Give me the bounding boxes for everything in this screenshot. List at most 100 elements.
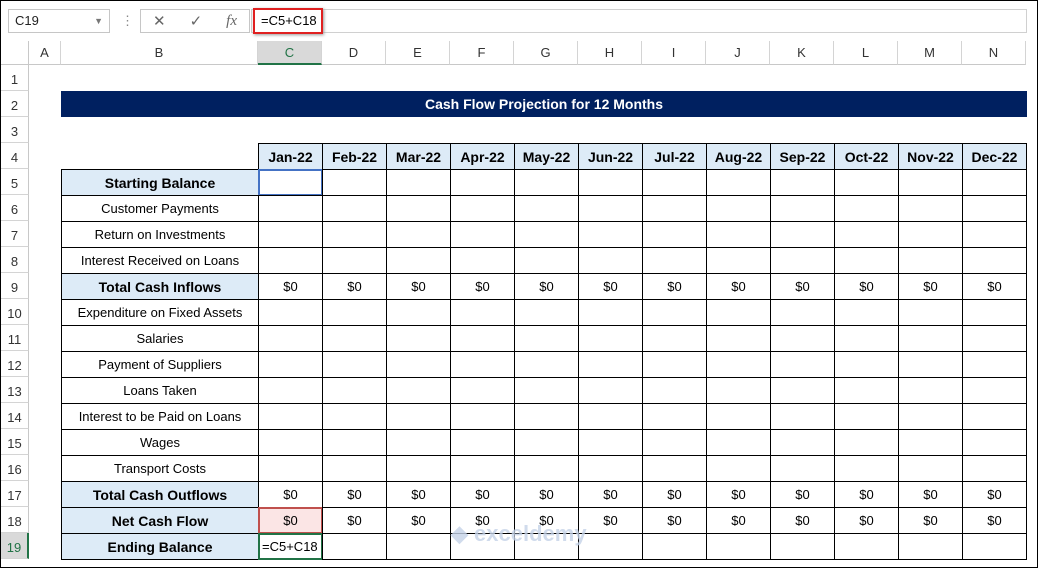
column-header-J[interactable]: J [706, 41, 770, 65]
cell-I7[interactable] [642, 221, 707, 248]
cell-L5[interactable] [834, 169, 899, 196]
cell-J18[interactable]: $0 [706, 507, 771, 534]
row-label[interactable]: Starting Balance [61, 169, 259, 196]
cell-C18[interactable]: $0 [258, 507, 323, 534]
cell-J12[interactable] [706, 351, 771, 378]
column-header-B[interactable]: B [61, 41, 258, 65]
cell-I12[interactable] [642, 351, 707, 378]
row-label[interactable]: Salaries [61, 325, 259, 352]
chevron-down-icon[interactable]: ▼ [94, 10, 103, 32]
cell-H12[interactable] [578, 351, 643, 378]
cell-D12[interactable] [322, 351, 387, 378]
month-header[interactable]: Apr-22 [450, 143, 515, 170]
column-header-A[interactable]: A [29, 41, 61, 65]
cell-K6[interactable] [770, 195, 835, 222]
cell-I14[interactable] [642, 403, 707, 430]
cell-N10[interactable] [962, 299, 1027, 326]
row-header-8[interactable]: 8 [1, 247, 29, 273]
cell-G16[interactable] [514, 455, 579, 482]
cell-N16[interactable] [962, 455, 1027, 482]
cell-J14[interactable] [706, 403, 771, 430]
cell-J16[interactable] [706, 455, 771, 482]
cell-F9[interactable]: $0 [450, 273, 515, 300]
cell-K11[interactable] [770, 325, 835, 352]
cell-I8[interactable] [642, 247, 707, 274]
row-header-19[interactable]: 19 [1, 533, 29, 559]
cell-I17[interactable]: $0 [642, 481, 707, 508]
cell-E17[interactable]: $0 [386, 481, 451, 508]
cell-I9[interactable]: $0 [642, 273, 707, 300]
cell-L19[interactable] [834, 533, 899, 560]
cell-G17[interactable]: $0 [514, 481, 579, 508]
cell-J6[interactable] [706, 195, 771, 222]
cell-J19[interactable] [706, 533, 771, 560]
cell-F14[interactable] [450, 403, 515, 430]
cell-H10[interactable] [578, 299, 643, 326]
cell-N18[interactable]: $0 [962, 507, 1027, 534]
enter-icon[interactable]: ✓ [190, 12, 203, 30]
cell-N6[interactable] [962, 195, 1027, 222]
row-header-16[interactable]: 16 [1, 455, 29, 481]
month-header[interactable]: Aug-22 [706, 143, 771, 170]
cell-D11[interactable] [322, 325, 387, 352]
cell-K12[interactable] [770, 351, 835, 378]
cell-H19[interactable] [578, 533, 643, 560]
cell-I5[interactable] [642, 169, 707, 196]
formula-bar[interactable] [251, 9, 1027, 33]
cell-I6[interactable] [642, 195, 707, 222]
row-label[interactable]: Interest to be Paid on Loans [61, 403, 259, 430]
cell-F12[interactable] [450, 351, 515, 378]
row-header-13[interactable]: 13 [1, 377, 29, 403]
cell-N12[interactable] [962, 351, 1027, 378]
cell-G7[interactable] [514, 221, 579, 248]
cell-G5[interactable] [514, 169, 579, 196]
month-header[interactable]: Mar-22 [386, 143, 451, 170]
cell-H6[interactable] [578, 195, 643, 222]
cell-C16[interactable] [258, 455, 323, 482]
cell-F8[interactable] [450, 247, 515, 274]
cell-C17[interactable]: $0 [258, 481, 323, 508]
cell-M10[interactable] [898, 299, 963, 326]
column-header-K[interactable]: K [770, 41, 834, 65]
row-header-3[interactable]: 3 [1, 117, 29, 143]
month-header[interactable]: Nov-22 [898, 143, 963, 170]
cell-N19[interactable] [962, 533, 1027, 560]
row-header-14[interactable]: 14 [1, 403, 29, 429]
cell-M5[interactable] [898, 169, 963, 196]
column-header-G[interactable]: G [514, 41, 578, 65]
cell-F13[interactable] [450, 377, 515, 404]
cell-D8[interactable] [322, 247, 387, 274]
row-label[interactable]: Transport Costs [61, 455, 259, 482]
row-header-1[interactable]: 1 [1, 65, 29, 91]
cell-D9[interactable]: $0 [322, 273, 387, 300]
cell-N9[interactable]: $0 [962, 273, 1027, 300]
cell-D19[interactable] [322, 533, 387, 560]
cell-H17[interactable]: $0 [578, 481, 643, 508]
month-header[interactable]: Dec-22 [962, 143, 1027, 170]
cell-H16[interactable] [578, 455, 643, 482]
cell-C5[interactable] [258, 169, 323, 196]
column-header-D[interactable]: D [322, 41, 386, 65]
cell-M16[interactable] [898, 455, 963, 482]
cell-K18[interactable]: $0 [770, 507, 835, 534]
cell-I15[interactable] [642, 429, 707, 456]
cell-C14[interactable] [258, 403, 323, 430]
cell-E18[interactable]: $0 [386, 507, 451, 534]
name-box[interactable]: C19 ▼ [8, 9, 110, 33]
month-header[interactable]: Sep-22 [770, 143, 835, 170]
cell-G6[interactable] [514, 195, 579, 222]
cell-G9[interactable]: $0 [514, 273, 579, 300]
cell-L17[interactable]: $0 [834, 481, 899, 508]
cell-D6[interactable] [322, 195, 387, 222]
cell-M19[interactable] [898, 533, 963, 560]
column-header-L[interactable]: L [834, 41, 898, 65]
cell-D7[interactable] [322, 221, 387, 248]
cell-L6[interactable] [834, 195, 899, 222]
cell-C12[interactable] [258, 351, 323, 378]
cell-M7[interactable] [898, 221, 963, 248]
cell-G14[interactable] [514, 403, 579, 430]
cell-I11[interactable] [642, 325, 707, 352]
cell-N15[interactable] [962, 429, 1027, 456]
cell-D10[interactable] [322, 299, 387, 326]
cell-C15[interactable] [258, 429, 323, 456]
